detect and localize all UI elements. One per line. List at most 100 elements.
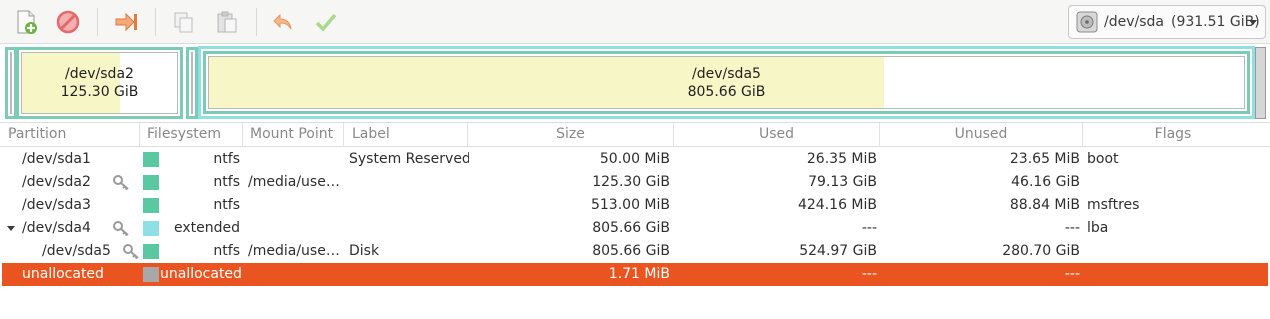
table-row[interactable]: /dev/sda1 ntfs System Reserved 50.00 MiB… — [2, 148, 1268, 171]
table-row-selected[interactable]: unallocated unallocated 1.71 MiB --- --- — [2, 263, 1268, 286]
used-cell: 424.16 MiB — [797, 197, 877, 213]
partition-block-sda3[interactable] — [186, 47, 198, 119]
partition-block-sda2[interactable]: /dev/sda2 125.30 GiB — [16, 47, 183, 119]
copy-button[interactable] — [167, 6, 199, 38]
filesystem-color-swatch — [143, 244, 159, 259]
mount-point-cell — [248, 217, 344, 240]
key-icon — [113, 175, 129, 191]
toolbar-separator — [155, 8, 156, 36]
partition-block-sda5[interactable]: /dev/sda5 805.66 GiB — [203, 51, 1250, 114]
used-cell: --- — [861, 220, 877, 236]
copy-icon — [174, 12, 193, 33]
partition-block-size: 805.66 GiB — [687, 83, 766, 100]
column-header-flags[interactable]: Flags — [1083, 123, 1263, 146]
hard-disk-icon — [1076, 11, 1098, 33]
filesystem-cell: ntfs — [213, 151, 240, 167]
unused-cell: --- — [1064, 220, 1080, 236]
used-cell: 26.35 MiB — [806, 151, 877, 167]
resize-move-button[interactable] — [110, 6, 142, 38]
label-cell — [349, 263, 469, 286]
device-selector[interactable]: /dev/sda (931.51 GiB) — [1068, 5, 1266, 39]
label-cell — [349, 171, 469, 194]
column-header-unused[interactable]: Unused — [880, 123, 1083, 146]
partition-cell: /dev/sda3 — [22, 197, 91, 213]
chevron-down-icon — [1249, 20, 1257, 25]
filesystem-cell: ntfs — [213, 174, 240, 190]
unused-cell: 280.70 GiB — [1002, 243, 1080, 259]
resize-arrow-icon — [115, 12, 137, 32]
unallocated-block[interactable] — [1255, 47, 1266, 119]
table-row[interactable]: /dev/sda2 ntfs /media/use… 125.30 GiB 79… — [2, 171, 1268, 194]
table-header: Partition Filesystem Mount Point Label S… — [0, 122, 1270, 147]
label-cell: Disk — [349, 243, 380, 259]
filesystem-cell: ntfs — [213, 243, 240, 259]
partition-cell: /dev/sda4 — [22, 220, 91, 236]
column-header-label[interactable]: Label — [344, 123, 468, 146]
filesystem-cell: extended — [173, 220, 240, 236]
table-row[interactable]: /dev/sda5 ntfs /media/use… Disk 805.66 G… — [2, 240, 1268, 263]
used-cell: --- — [861, 266, 877, 282]
delete-partition-button[interactable] — [52, 6, 84, 38]
filesystem-color-swatch — [143, 221, 159, 236]
partition-block-name: /dev/sda2 — [65, 66, 134, 82]
mount-point-cell: /media/use… — [248, 243, 340, 259]
mount-point-cell: /media/use… — [248, 174, 340, 190]
device-size: (931.51 GiB) — [1170, 14, 1260, 30]
column-header-mount-point[interactable]: Mount Point — [243, 123, 344, 146]
label-cell — [349, 194, 469, 217]
size-cell: 513.00 MiB — [590, 197, 670, 213]
partition-table: Partition Filesystem Mount Point Label S… — [0, 122, 1270, 319]
mount-point-cell — [248, 263, 344, 286]
column-header-partition[interactable]: Partition — [0, 123, 140, 146]
paste-button[interactable] — [211, 6, 243, 38]
partition-block-size: 125.30 GiB — [60, 84, 139, 100]
key-icon — [123, 244, 139, 260]
column-header-filesystem[interactable]: Filesystem — [140, 123, 243, 146]
partition-block-sda4-extended[interactable]: /dev/sda5 805.66 GiB — [198, 46, 1255, 119]
flags-cell — [1087, 263, 1257, 286]
label-cell: System Reserved — [349, 151, 469, 167]
used-cell: 79.13 GiB — [808, 174, 877, 190]
new-partition-button[interactable] — [10, 6, 42, 38]
table-row[interactable]: /dev/sda4 extended 805.66 GiB --- --- lb… — [2, 217, 1268, 240]
unused-cell: 88.84 MiB — [1009, 197, 1080, 213]
toolbar-separator — [97, 8, 98, 36]
size-cell: 805.66 GiB — [592, 243, 670, 259]
partition-cell: /dev/sda1 — [22, 151, 91, 167]
partition-map: /dev/sda2 125.30 GiB /dev/sda5 805.66 Gi… — [0, 44, 1270, 122]
partition-cell: unallocated — [22, 266, 104, 282]
unused-cell: --- — [1064, 266, 1080, 282]
size-cell: 50.00 MiB — [599, 151, 670, 167]
table-row[interactable]: /dev/sda3 ntfs 513.00 MiB 424.16 MiB 88.… — [2, 194, 1268, 217]
new-document-icon — [17, 10, 37, 34]
flags-cell: boot — [1087, 151, 1119, 167]
filesystem-color-swatch — [143, 267, 159, 282]
apply-check-icon — [315, 13, 337, 32]
delete-icon — [56, 10, 80, 34]
filesystem-cell: ntfs — [213, 197, 240, 213]
mount-point-cell — [248, 148, 344, 171]
expander-arrow-icon[interactable] — [7, 226, 15, 231]
flags-cell: msftres — [1087, 197, 1140, 213]
undo-button[interactable] — [267, 6, 299, 38]
toolbar: /dev/sda (931.51 GiB) — [0, 0, 1270, 44]
size-cell: 805.66 GiB — [592, 220, 670, 236]
filesystem-color-swatch — [143, 152, 159, 167]
partition-cell: /dev/sda5 — [42, 243, 111, 259]
filesystem-color-swatch — [143, 198, 159, 213]
label-cell — [349, 217, 469, 240]
apply-button[interactable] — [310, 6, 342, 38]
column-header-used[interactable]: Used — [674, 123, 880, 146]
partition-block-name: /dev/sda5 — [692, 65, 761, 82]
unused-cell: 23.65 MiB — [1009, 151, 1080, 167]
column-header-size[interactable]: Size — [468, 123, 674, 146]
paste-icon — [217, 11, 237, 33]
size-cell: 125.30 GiB — [592, 174, 670, 190]
undo-icon — [273, 13, 292, 30]
filesystem-cell: unallocated — [160, 266, 242, 282]
flags-cell — [1087, 171, 1257, 194]
size-cell: 1.71 MiB — [608, 266, 670, 282]
used-cell: 524.97 GiB — [799, 243, 877, 259]
mount-point-cell — [248, 194, 344, 217]
device-name: /dev/sda — [1104, 14, 1164, 30]
